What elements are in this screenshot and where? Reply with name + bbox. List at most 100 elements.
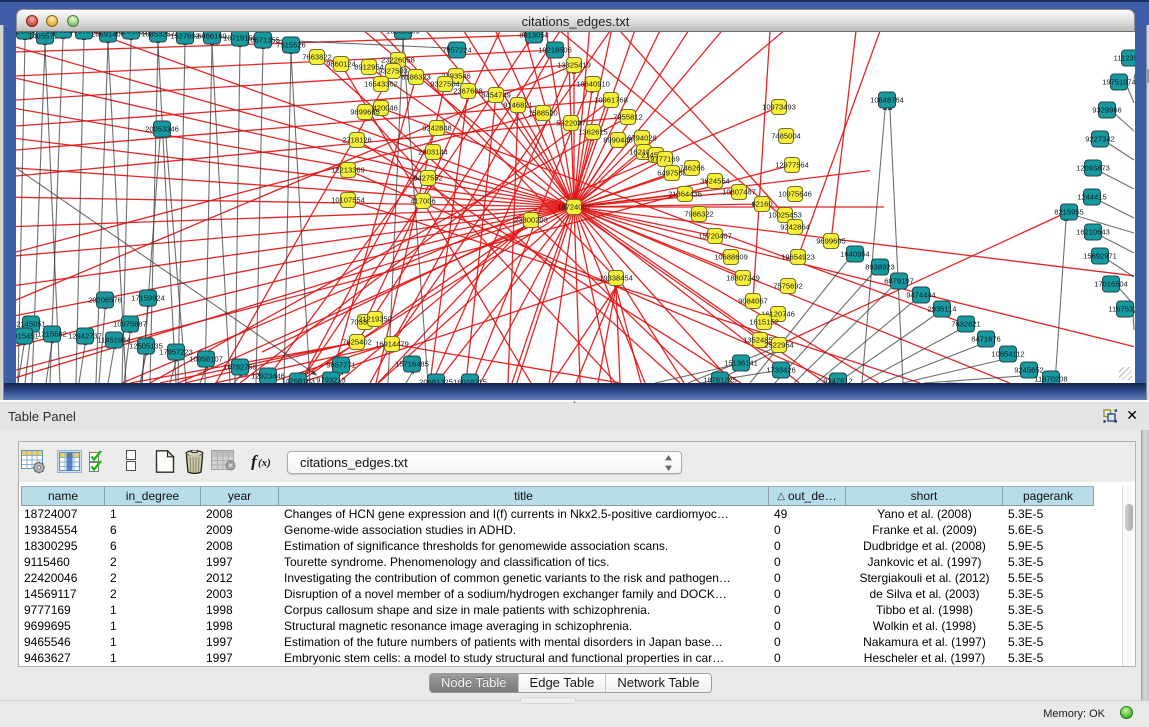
canvas-resize-grip[interactable] [1119,367,1132,380]
network-window-frame: citations_edges.txt 26269504140557131892… [0,0,1149,400]
cell-short: Nakamura et al. (1997) [846,634,1003,650]
graph-node-label: 8427552 [413,174,443,183]
memory-status-indicator[interactable] [1120,706,1133,719]
table-panel-header: Table Panel ✕ [0,403,1149,430]
memory-status-label: Memory: OK [1043,708,1105,720]
cell-year: 1998 [201,618,279,634]
cell-title: Estimation of significance thresholds fo… [279,538,769,554]
float-panel-icon[interactable] [1103,409,1117,423]
cell-year: 1997 [201,554,279,570]
graph-node-label: 9315451 [16,332,39,341]
graph-node-label: 2935114 [928,305,957,314]
cell-pagerank: 5.3E-5 [1003,586,1094,602]
column-header-name[interactable]: name [21,486,105,506]
cell-title: Embryonic stem cells: a model to study s… [279,650,769,666]
network-graph[interactable]: 2626950414055713189221639607379206914061… [16,32,1135,383]
table-selector-combobox[interactable]: citations_edges.txt [287,451,682,474]
graph-node-label: 6879197 [884,277,914,286]
function-builder-icon[interactable]: f (x) [251,453,277,470]
graph-node-label: 10975646 [778,190,812,199]
graph-node-label: 16782759 [223,363,257,372]
new-column-icon[interactable] [155,450,175,473]
table-row[interactable]: 1872400712008Changes of HCN gene express… [21,506,1094,522]
column-header-out_de[interactable]: △out_de… [769,486,846,506]
table-row[interactable]: 2242004622012Investigating the contribut… [21,570,1094,586]
table-options-icon[interactable] [21,450,46,474]
cell-short: Stergiakouli et al. (2012) [846,570,1003,586]
cell-title: Corpus callosum shape and size in male p… [279,602,769,618]
tab-network-table[interactable]: Network Table [606,674,710,692]
graph-node-label: 9777169 [650,155,680,164]
table-row[interactable]: 1830029562008Estimation of significance … [21,538,1094,554]
graph-node-label: 18781225 [703,376,737,384]
cell-out_de: 0 [769,554,846,570]
tab-edge-table[interactable]: Edge Table [519,674,607,692]
graph-node-label: 7575692 [773,282,803,291]
cell-title: Changes of HCN gene expression and I(f) … [279,506,769,522]
graph-node-label: 2718126 [342,136,372,145]
graph-node-label: 1615152 [749,318,779,327]
cell-short: Yano et al. (2008) [846,506,1003,522]
graph-node-label: 746266 [679,164,704,173]
cell-name: 19384554 [21,522,105,538]
graph-node-label: 5322037 [556,119,586,128]
graph-node-label: 7632621 [951,320,981,329]
table-row[interactable]: 977716911998Corpus callosum shape and si… [21,602,1094,618]
table-row[interactable]: 969969511998Structural magnetic resonanc… [21,618,1094,634]
graph-node-label: 8938923 [865,263,895,272]
window-title: citations_edges.txt [17,14,1134,29]
cell-title: Genome-wide association studies in ADHD. [279,522,769,538]
cell-out_de: 0 [769,634,846,650]
cell-title: Tourette syndrome. Phenomenology and cla… [279,554,769,570]
combobox-arrows-icon [664,454,673,472]
cell-year: 1997 [201,634,279,650]
graph-node-label: 9657771 [326,361,356,370]
graph-node-label: 10648764 [870,96,904,105]
graph-node-label: 1215682 [37,330,67,339]
network-canvas[interactable]: 2626950414055713189221639607379206914061… [16,32,1135,383]
cell-in_degree: 1 [105,634,201,650]
graph-node-label: 7625402 [342,338,372,347]
column-header-pagerank[interactable]: pagerank [1003,486,1094,506]
column-header-in_degree[interactable]: in_degree [105,486,201,506]
cell-title: Investigating the contribution of common… [279,570,769,586]
table-row[interactable]: 1938455462009Genome-wide association stu… [21,522,1094,538]
close-panel-icon[interactable]: ✕ [1126,407,1138,424]
column-header-year[interactable]: year [201,486,279,506]
cell-in_degree: 1 [105,650,201,666]
row-height-icon[interactable] [126,450,136,471]
select-columns-icon[interactable] [89,450,107,472]
column-header-title[interactable]: title [279,486,769,506]
scrollbar-thumb[interactable] [1125,504,1133,531]
graph-node-label: 9699695 [816,237,846,246]
svg-text:(x): (x) [258,457,271,469]
graph-node-label: 18640910 [576,80,610,89]
table-tabs: Node TableEdge TableNetwork Table [429,673,712,693]
graph-node-label: 7986322 [684,210,714,219]
graph-node-label: 10975887 [113,320,147,329]
cell-year: 1997 [201,650,279,666]
cell-short: Franke et al. (2009) [846,522,1003,538]
graph-node-label: 2522954 [764,341,794,350]
table-row[interactable]: 1456911722003Disruption of a novel membe… [21,586,1094,602]
column-visibility-icon[interactable] [57,450,82,473]
tab-node-table[interactable]: Node Table [430,674,519,692]
table-row[interactable]: 946554611997Estimation of the future num… [21,634,1094,650]
graph-node-label: 17957223 [159,348,193,357]
graph-node-label: 11451944 [97,336,130,345]
network-window-titlebar[interactable]: citations_edges.txt [16,9,1135,32]
table-vertical-scrollbar[interactable] [1122,486,1135,666]
import-table-icon[interactable] [211,450,236,471]
cell-out_de: 0 [769,522,846,538]
cell-in_degree: 1 [105,602,201,618]
table-row[interactable]: 911546021997Tourette syndrome. Phenomeno… [21,554,1094,570]
delete-column-icon[interactable] [184,450,205,474]
graph-node-label: 11123521 [1114,54,1135,63]
column-header-short[interactable]: short [846,486,1003,506]
cell-pagerank: 5.3E-5 [1003,554,1094,570]
cell-pagerank: 5.5E-5 [1003,570,1094,586]
graph-node-label: 7857224 [442,46,472,55]
table-body: 1872400712008Changes of HCN gene express… [21,506,1094,666]
graph-node-label: 11970208 [1034,375,1067,384]
table-row[interactable]: 946362711997Embryonic stem cells: a mode… [21,650,1094,666]
